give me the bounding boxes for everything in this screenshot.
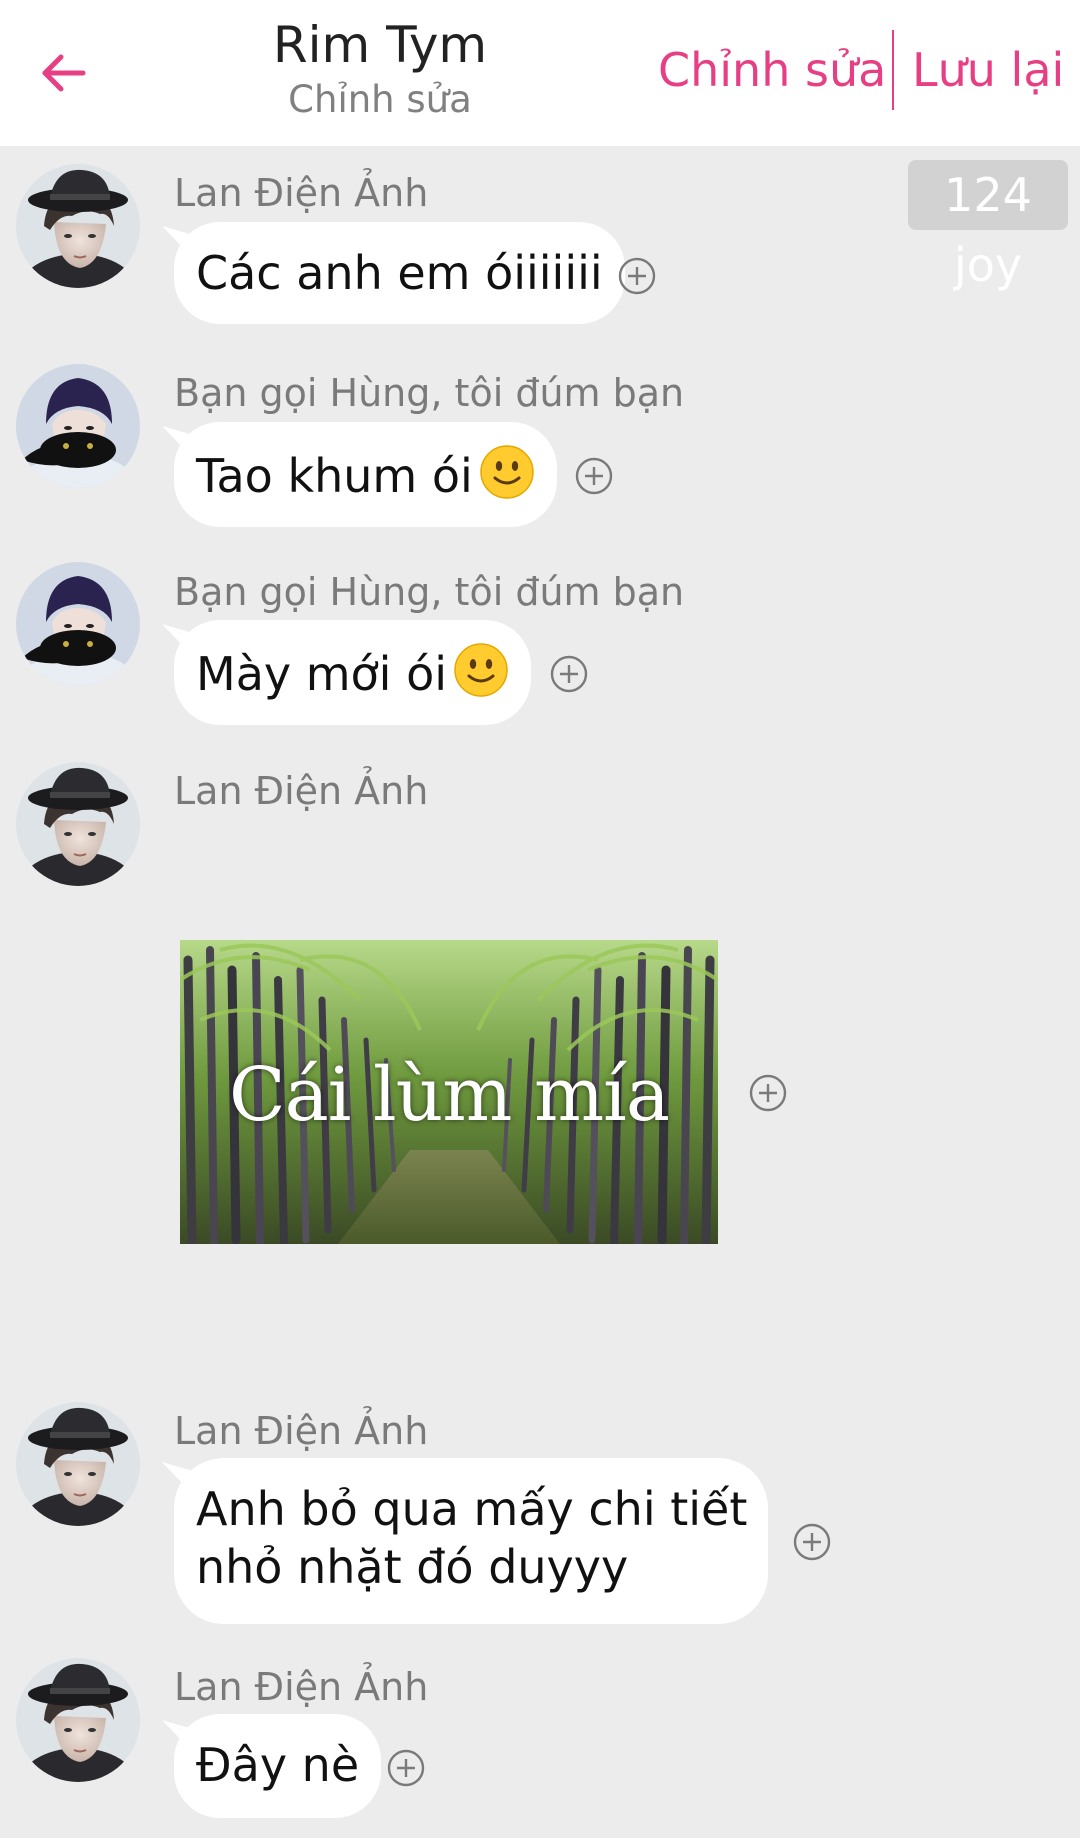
sender-name: Lan Điện Ảnh — [174, 1409, 429, 1453]
plus-circle-icon[interactable] — [748, 1073, 788, 1113]
message-bubble[interactable]: Tao khum ói — [174, 422, 557, 527]
message-text-line: Anh bỏ qua mấy chi tiết — [196, 1482, 748, 1536]
arrow-left-icon — [42, 54, 86, 92]
sender-name: Bạn gọi Hùng, tôi đúm bạn — [174, 371, 685, 415]
title-block: Rim Tym Chỉnh sửa — [190, 14, 570, 124]
plus-circle-icon[interactable] — [386, 1748, 426, 1788]
plus-circle-icon[interactable] — [549, 654, 589, 694]
sugarcane-photo[interactable]: Cái lùm mía — [180, 940, 718, 1244]
message-bubble[interactable]: Anh bỏ qua mấy chi tiết nhỏ nhặt đó duyy… — [174, 1458, 768, 1624]
plus-circle-icon[interactable] — [792, 1522, 832, 1562]
message-text: Tao khum ói — [196, 449, 473, 503]
message-text: Mày mới ói — [196, 647, 448, 701]
message-text-line: nhỏ nhặt đó duyyy — [196, 1540, 629, 1594]
smiling-face-emoji — [453, 642, 509, 698]
message-text: Đây nè — [196, 1738, 360, 1792]
avatar[interactable] — [16, 762, 140, 886]
message-bubble[interactable]: Các anh em óiiiiiii — [174, 222, 625, 324]
avatar[interactable] — [16, 562, 140, 686]
sender-name: Bạn gọi Hùng, tôi đúm bạn — [174, 570, 685, 614]
avatar[interactable] — [16, 364, 140, 488]
message-bubble[interactable]: Đây nè — [174, 1714, 382, 1818]
header-divider — [892, 30, 894, 110]
message-text: Các anh em óiiiiiii — [196, 246, 603, 300]
image-caption: Cái lùm mía — [229, 1052, 670, 1138]
message-bubble[interactable]: Mày mới ói — [174, 620, 532, 725]
save-button[interactable]: Lưu lại — [912, 42, 1064, 98]
sender-name: Lan Điện Ảnh — [174, 769, 429, 813]
top-bar: Rim Tym Chỉnh sửa Chỉnh sửa Lưu lại — [0, 0, 1080, 146]
sender-name: Lan Điện Ảnh — [174, 1665, 429, 1709]
edit-button[interactable]: Chỉnh sửa — [658, 42, 886, 98]
sender-name: Lan Điện Ảnh — [174, 171, 429, 215]
joy-count-badge: 124 joy — [908, 160, 1068, 292]
page-subtitle: Chỉnh sửa — [288, 78, 472, 121]
avatar[interactable] — [16, 164, 140, 288]
plus-circle-icon[interactable] — [574, 456, 614, 496]
avatar[interactable] — [16, 1402, 140, 1526]
page-title: Rim Tym — [272, 16, 488, 74]
smiling-face-emoji — [479, 444, 535, 500]
plus-circle-icon[interactable] — [617, 256, 657, 296]
back-button[interactable] — [28, 38, 98, 108]
avatar[interactable] — [16, 1658, 140, 1782]
